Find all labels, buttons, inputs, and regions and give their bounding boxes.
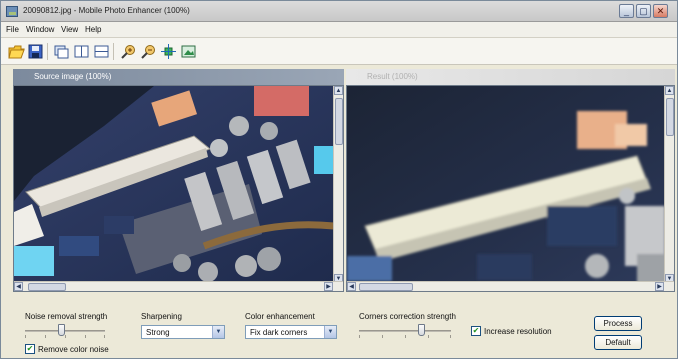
window-title: 20090812.jpg - Mobile Photo Enhancer (10… (23, 6, 190, 15)
result-vertical-scrollbar[interactable]: ▲ ▼ (664, 86, 674, 283)
scroll-right-arrow[interactable]: ▶ (324, 282, 333, 291)
menu-bar: File Window View Help (1, 22, 677, 38)
result-horizontal-scrollbar[interactable]: ◀ ▶ (347, 281, 674, 291)
slider-ticks (25, 335, 105, 339)
result-pane-header[interactable]: Result (100%) (346, 69, 675, 85)
fit-window-icon[interactable] (160, 43, 177, 60)
title-bar[interactable]: 20090812.jpg - Mobile Photo Enhancer (10… (1, 1, 677, 22)
scroll-up-arrow[interactable]: ▲ (665, 86, 674, 95)
app-icon (6, 6, 18, 17)
chevron-down-icon[interactable]: ▼ (324, 326, 336, 338)
scroll-left-arrow[interactable]: ◀ (14, 282, 23, 291)
slider-track (359, 330, 451, 332)
app-window: 20090812.jpg - Mobile Photo Enhancer (10… (0, 0, 678, 359)
toolbar (1, 38, 677, 65)
menu-window[interactable]: Window (26, 25, 54, 34)
scroll-left-arrow[interactable]: ◀ (347, 282, 356, 291)
noise-removal-label: Noise removal strength (25, 312, 108, 321)
scroll-right-arrow[interactable]: ▶ (655, 282, 664, 291)
scroll-thumb[interactable] (335, 98, 343, 145)
actual-size-icon[interactable] (180, 43, 197, 60)
result-image-pane[interactable]: ▲ ▼ ◀ ▶ (346, 85, 675, 292)
increase-resolution-label: Increase resolution (484, 327, 552, 336)
restore-button[interactable]: ▢ (636, 4, 651, 18)
sharpening-value: Strong (146, 328, 170, 337)
corners-correction-slider[interactable] (359, 323, 451, 340)
menu-view[interactable]: View (61, 25, 78, 34)
slider-track (25, 330, 105, 332)
sharpening-select[interactable]: Strong ▼ (141, 325, 225, 339)
tile-icon[interactable] (53, 43, 70, 60)
source-photo (14, 86, 343, 291)
source-image-pane[interactable]: ▲ ▼ ◀ ▶ (13, 85, 344, 292)
zoom-out-icon[interactable] (140, 43, 157, 60)
split-horizontal-icon[interactable] (93, 43, 110, 60)
open-folder-icon[interactable] (8, 43, 25, 60)
process-button[interactable]: Process (594, 316, 642, 331)
zoom-in-icon[interactable] (120, 43, 137, 60)
chevron-down-icon[interactable]: ▼ (212, 326, 224, 338)
scroll-up-arrow[interactable]: ▲ (334, 86, 343, 95)
color-enhancement-value: Fix dark corners (250, 328, 308, 337)
slider-ticks (359, 335, 451, 339)
slider-thumb[interactable] (58, 324, 65, 336)
corners-correction-label: Corners correction strength (359, 312, 456, 321)
source-vertical-scrollbar[interactable]: ▲ ▼ (333, 86, 343, 283)
remove-color-noise-label: Remove color noise (38, 345, 109, 354)
toolbar-separator (47, 43, 48, 60)
color-enhancement-select[interactable]: Fix dark corners ▼ (245, 325, 337, 339)
scroll-thumb[interactable] (666, 98, 674, 136)
remove-color-noise-checkbox[interactable]: ✔ (25, 344, 35, 354)
source-horizontal-scrollbar[interactable]: ◀ ▶ (14, 281, 343, 291)
result-photo (347, 86, 674, 291)
color-enhancement-label: Color enhancement (245, 312, 315, 321)
slider-thumb[interactable] (418, 324, 425, 336)
minimize-button[interactable]: _ (619, 4, 634, 18)
close-button[interactable]: ✕ (653, 4, 668, 18)
noise-removal-slider[interactable] (25, 323, 105, 340)
source-pane-header[interactable]: Source image (100%) (13, 69, 344, 85)
menu-help[interactable]: Help (85, 25, 101, 34)
default-button[interactable]: Default (594, 335, 642, 350)
save-icon[interactable] (27, 43, 44, 60)
sharpening-label: Sharpening (141, 312, 182, 321)
scroll-thumb[interactable] (28, 283, 66, 291)
settings-panel: Noise removal strength ✔ Remove color no… (13, 305, 675, 356)
split-vertical-icon[interactable] (73, 43, 90, 60)
increase-resolution-checkbox[interactable]: ✔ (471, 326, 481, 336)
toolbar-separator (113, 43, 114, 60)
menu-file[interactable]: File (6, 25, 19, 34)
scroll-thumb[interactable] (359, 283, 413, 291)
